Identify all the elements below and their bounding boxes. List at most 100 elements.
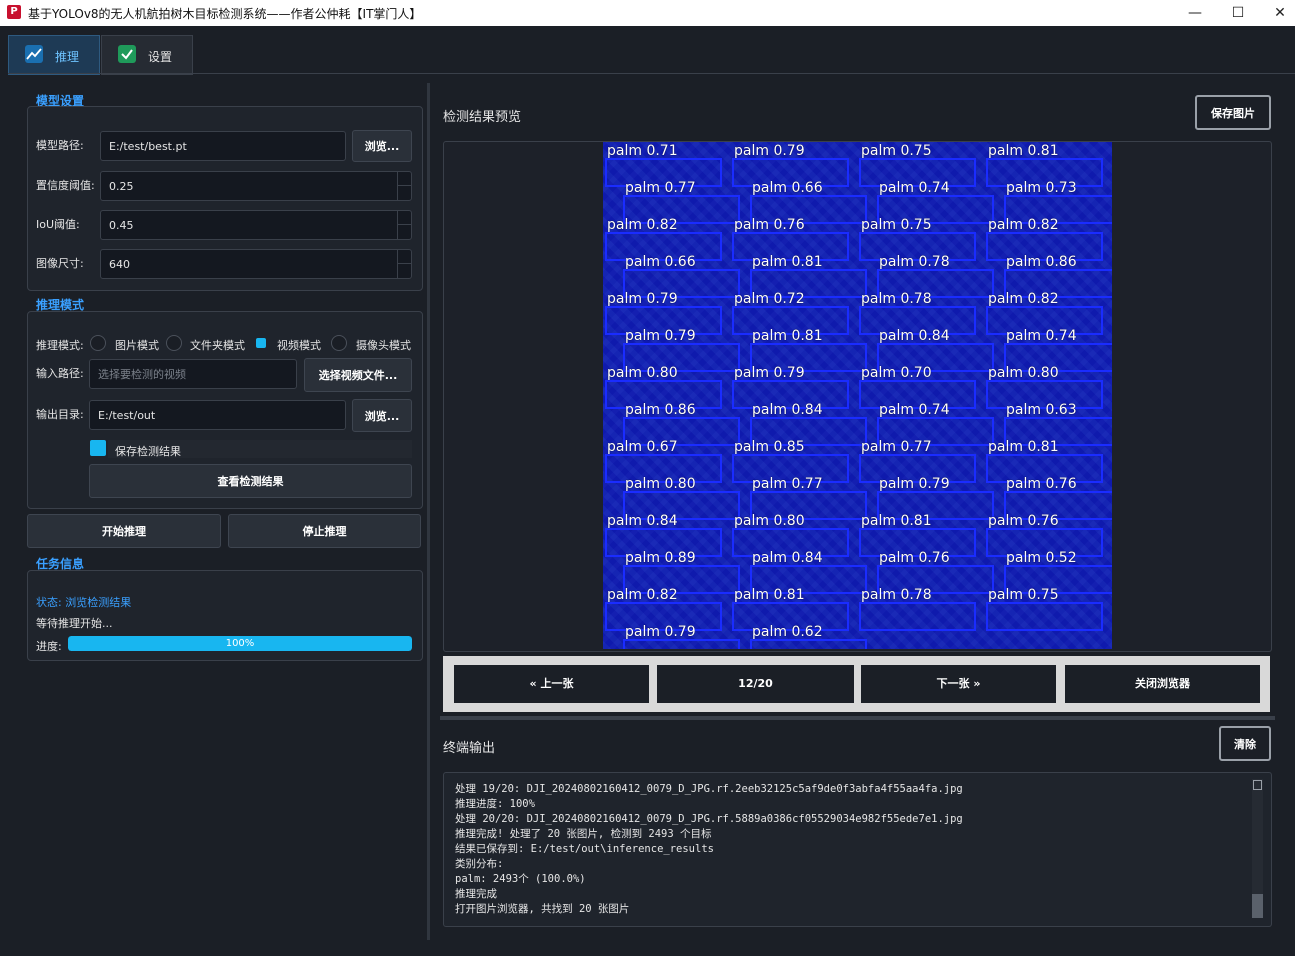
tab-settings[interactable]: 设置 (101, 35, 193, 75)
detection-label: palm 0.76 (1006, 477, 1077, 492)
detection-label: palm 0.84 (752, 403, 823, 418)
maximize-button[interactable]: ☐ (1218, 2, 1258, 24)
terminal-line: 打开图片浏览器, 共找到 20 张图片 (455, 901, 629, 916)
detection-label: palm 0.79 (607, 292, 678, 307)
close-window-button[interactable]: ✕ (1260, 2, 1295, 24)
terminal-line: 处理 19/20: DJI_20240802160412_0079_D_JPG.… (455, 781, 963, 796)
tab-divider (8, 73, 1295, 74)
detection-label: palm 0.81 (752, 255, 823, 270)
save-image-button[interactable]: 保存图片 (1195, 95, 1271, 130)
stop-inference-button[interactable]: 停止推理 (228, 514, 421, 548)
input-path-input[interactable]: 选择要检测的视频 (89, 359, 297, 389)
next-image-button[interactable]: 下一张 » (861, 665, 1056, 703)
tab-inference[interactable]: 推理 (8, 35, 100, 75)
video-mode-label: 视频模式 (277, 337, 321, 353)
detection-label: palm 0.75 (861, 218, 932, 233)
radio-video-mode[interactable] (256, 338, 266, 348)
select-video-button[interactable]: 选择视频文件... (304, 358, 412, 392)
start-inference-button[interactable]: 开始推理 (27, 514, 221, 548)
detection-image: palm 0.71 palm 0.79 palm 0.75 palm 0.81 palm… (603, 142, 1112, 649)
view-results-button[interactable]: 查看检测结果 (89, 464, 412, 498)
detection-label: palm 0.70 (861, 366, 932, 381)
iou-label: IoU阈值: (36, 216, 80, 232)
check-icon (118, 45, 136, 63)
detection-label: palm 0.79 (734, 366, 805, 381)
horizontal-splitter[interactable] (440, 716, 1275, 720)
detection-label: palm 0.89 (625, 551, 696, 566)
terminal-line: 处理 20/20: DJI_20240802160412_0079_D_JPG.… (455, 811, 963, 826)
tab-inference-label: 推理 (55, 48, 79, 65)
detection-label: palm 0.66 (752, 181, 823, 196)
detection-label: palm 0.74 (879, 403, 950, 418)
detection-label: palm 0.79 (879, 477, 950, 492)
detection-label: palm 0.66 (625, 255, 696, 270)
scroll-up-icon[interactable] (1253, 780, 1262, 790)
detection-label: palm 0.81 (752, 329, 823, 344)
detection-label: palm 0.77 (625, 181, 696, 196)
progress-text: 100% (68, 636, 412, 651)
output-dir-input[interactable]: E:/test/out (89, 400, 346, 430)
progress-bar: 100% (68, 636, 412, 651)
detection-label: palm 0.78 (861, 588, 932, 603)
detection-label: palm 0.82 (607, 218, 678, 233)
detection-label: palm 0.74 (879, 181, 950, 196)
detection-label: palm 0.77 (861, 440, 932, 455)
app-icon: P (7, 5, 21, 19)
mode-label: 推理模式: (36, 337, 84, 353)
detection-label: palm 0.79 (625, 329, 696, 344)
detection-label: palm 0.76 (879, 551, 950, 566)
image-size-spinbox[interactable]: 640 (100, 249, 412, 279)
minimize-button[interactable]: — (1175, 2, 1215, 24)
detection-label: palm 0.76 (734, 218, 805, 233)
detection-label: palm 0.85 (734, 440, 805, 455)
detection-label: palm 0.75 (988, 588, 1059, 603)
iou-stepper[interactable] (397, 210, 412, 240)
confidence-label: 置信度阈值: (36, 177, 95, 193)
model-browse-button[interactable]: 浏览... (352, 130, 412, 162)
input-path-label: 输入路径: (36, 365, 84, 381)
detection-label: palm 0.71 (607, 144, 678, 159)
iou-spinbox[interactable]: 0.45 (100, 210, 412, 240)
save-results-label: 保存检测结果 (115, 443, 181, 459)
panel-splitter[interactable] (427, 83, 430, 940)
output-browse-button[interactable]: 浏览... (352, 399, 412, 432)
detection-label: palm 0.80 (607, 366, 678, 381)
confidence-stepper[interactable] (397, 171, 412, 201)
save-results-checkbox[interactable] (90, 440, 106, 456)
terminal-title: 终端输出 (443, 737, 495, 756)
page-indicator: 12/20 (657, 665, 854, 703)
detection-label: palm 0.84 (607, 514, 678, 529)
tab-settings-label: 设置 (148, 48, 172, 65)
detection-label: palm 0.80 (625, 477, 696, 492)
detection-label: palm 0.77 (752, 477, 823, 492)
window-title: 基于YOLOv8的无人机航拍树木目标检测系统——作者公仲耗【IT掌门人】 (28, 5, 421, 22)
close-browser-button[interactable]: 关闭浏览器 (1065, 665, 1260, 703)
image-size-stepper[interactable] (397, 249, 412, 279)
terminal-scroll-thumb[interactable] (1252, 894, 1263, 918)
detection-label: palm 0.81 (988, 440, 1059, 455)
detection-box (623, 639, 740, 649)
detection-label: palm 0.84 (879, 329, 950, 344)
detection-label: palm 0.82 (988, 218, 1059, 233)
detection-label: palm 0.79 (734, 144, 805, 159)
image-mode-label: 图片模式 (115, 337, 159, 353)
radio-image-mode[interactable] (90, 335, 106, 351)
detection-label: palm 0.72 (734, 292, 805, 307)
terminal-line: 推理完成! 处理了 20 张图片, 检测到 2493 个目标 (455, 826, 712, 841)
detection-label: palm 0.52 (1006, 551, 1077, 566)
detection-label: palm 0.81 (861, 514, 932, 529)
progress-label: 进度: (36, 638, 62, 654)
chart-icon (25, 45, 43, 63)
radio-folder-mode[interactable] (166, 335, 182, 351)
camera-mode-label: 摄像头模式 (356, 337, 411, 353)
radio-camera-mode[interactable] (331, 335, 347, 351)
terminal-line: 推理进度: 100% (455, 796, 535, 811)
clear-terminal-button[interactable]: 清除 (1219, 726, 1271, 761)
confidence-spinbox[interactable]: 0.25 (100, 171, 412, 201)
model-path-input[interactable]: E:/test/best.pt (100, 131, 346, 161)
folder-mode-label: 文件夹模式 (190, 337, 245, 353)
detection-label: palm 0.84 (752, 551, 823, 566)
prev-image-button[interactable]: « 上一张 (454, 665, 649, 703)
title-bar: P 基于YOLOv8的无人机航拍树木目标检测系统——作者公仲耗【IT掌门人】 —… (0, 0, 1295, 26)
terminal-line: 推理完成 (455, 886, 497, 901)
